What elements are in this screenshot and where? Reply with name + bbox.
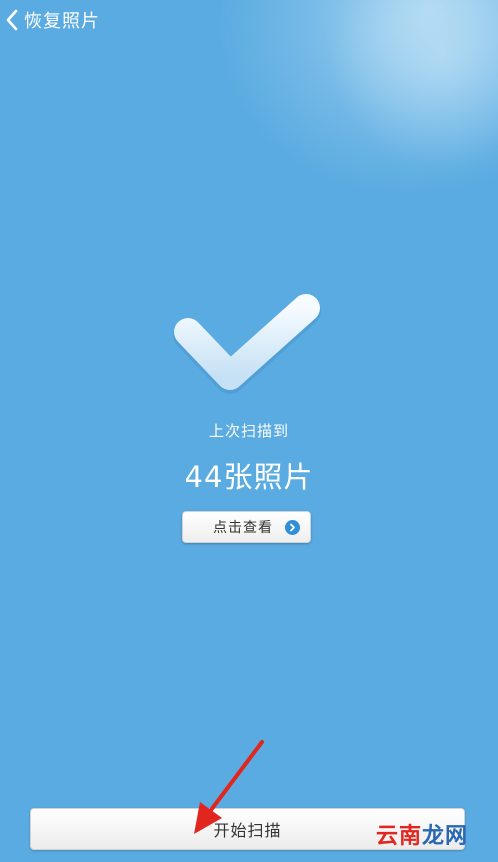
watermark-part-2: 龙网 — [421, 823, 468, 849]
chevron-left-icon[interactable] — [2, 8, 22, 32]
watermark-part-1: 云南 — [375, 823, 422, 849]
back-button[interactable]: 恢复照片 — [2, 4, 100, 36]
screen: 恢复照片 上次扫描到 44张照片 点击查看 开始扫描 云南龙网 — [0, 0, 498, 862]
view-photos-button[interactable]: 点击查看 — [182, 511, 311, 543]
last-scan-label: 上次扫描到 — [208, 422, 289, 440]
start-scan-label: 开始扫描 — [213, 821, 282, 840]
photo-count: 44张照片 — [184, 460, 314, 494]
page-title: 恢复照片 — [24, 11, 100, 32]
checkmark-icon — [170, 292, 326, 396]
chevron-right-circle-icon — [285, 519, 300, 535]
watermark-logo: 云南龙网 — [376, 818, 468, 850]
header-bar: 恢复照片 — [0, 0, 498, 40]
view-photos-label: 点击查看 — [213, 520, 273, 536]
